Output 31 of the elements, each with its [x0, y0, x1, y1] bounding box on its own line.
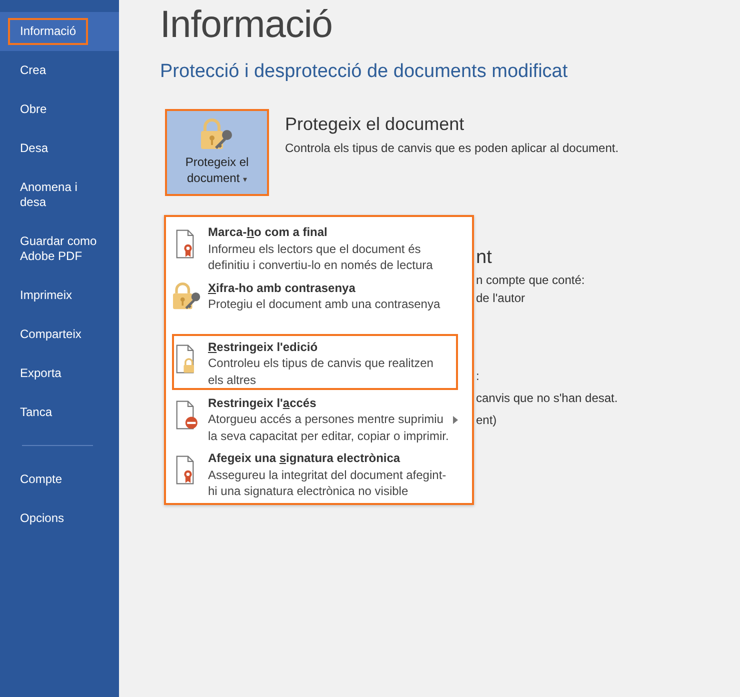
info-text: de l'autor — [476, 291, 526, 307]
lock-key-icon — [199, 118, 235, 150]
section-heading: nt — [476, 247, 493, 270]
info-text: : — [476, 369, 480, 385]
sidebar-item[interactable]: Tanca — [0, 393, 119, 432]
section-heading: Protegeix el document — [285, 114, 466, 135]
sidebar-item[interactable]: Crea — [0, 51, 119, 90]
sidebar-item[interactable]: Compte — [0, 460, 119, 499]
document-title: Protecció i desprotecció de documents modificat — [160, 61, 569, 83]
sidebar-item[interactable]: Informació — [0, 12, 119, 51]
document-no-entry-icon — [176, 398, 200, 432]
menu-item[interactable]: Marca-ho com a final Informeu els lectors que el document és definitiu i convertiu-lo en només de lectura — [170, 219, 468, 275]
sidebar-item[interactable]: Imprimeix — [0, 276, 119, 315]
sidebar-item[interactable]: Desa — [0, 129, 119, 168]
menu-item[interactable]: Restringeix l'edició Controleu els tipus de canvis que realitzen els altres — [172, 334, 458, 390]
section-description: Controla els tipus de canvis que es poden aplicar al document. — [285, 141, 619, 155]
page-title: Informació — [160, 4, 334, 47]
info-text: canvis que no s'han desat. — [476, 391, 619, 407]
menu-item[interactable]: Xifra-ho amb contrasenya Protegiu el document amb una contrasenya — [170, 274, 468, 330]
menu-item[interactable]: Restringeix l'accés Atorgueu accés a persones mentre suprimiu la seva capacitat per editar, copiar o imprimir. — [170, 390, 468, 446]
sidebar-item[interactable]: Exporta — [0, 354, 119, 393]
protect-document-button[interactable]: Protegeix el document ▾ — [165, 109, 269, 196]
lock-key-icon — [172, 282, 202, 310]
info-text: n compte que conté: — [476, 273, 586, 289]
sidebar-item[interactable]: Anomena i desa — [0, 168, 119, 222]
sidebar-item[interactable]: Guardar como Adobe PDF — [0, 222, 119, 276]
sidebar-item[interactable]: Obre — [0, 90, 119, 129]
sidebar-item[interactable]: Comparteix — [0, 315, 119, 354]
sidebar-item[interactable]: Opcions — [0, 499, 119, 538]
info-text: ent) — [476, 413, 498, 429]
menu-item[interactable]: Afegeix una signatura electrònica Assegureu la integritat del document afegint-hi una signatura electrònica no visible — [170, 445, 468, 501]
